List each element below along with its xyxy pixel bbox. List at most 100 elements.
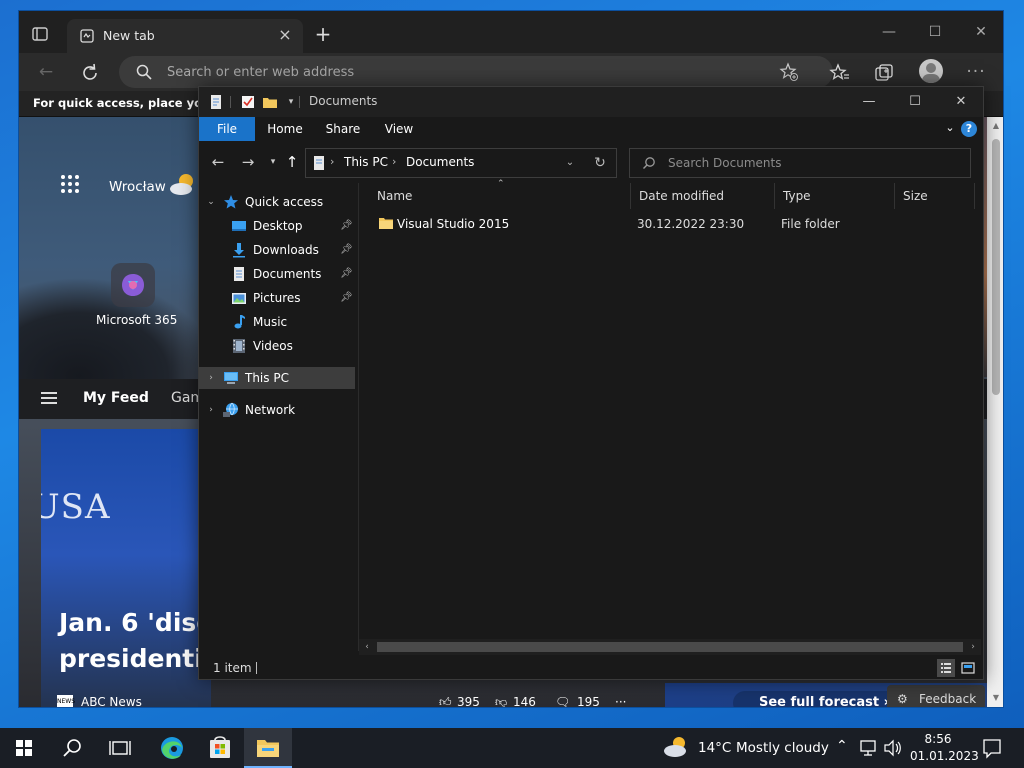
new-tab-plus-icon[interactable]: + <box>313 24 333 45</box>
search-box[interactable] <box>629 148 971 178</box>
ribbon-tab-home[interactable]: Home <box>257 117 313 141</box>
news-headline[interactable]: Jan. 6 'disqu presidentia <box>59 605 211 677</box>
search-input[interactable] <box>668 149 958 177</box>
maximize-icon[interactable]: ☐ <box>915 23 955 43</box>
feed-tab-my-feed[interactable]: My Feed <box>83 390 149 406</box>
close-window-icon[interactable]: ✕ <box>939 91 983 113</box>
close-window-icon[interactable]: ✕ <box>961 23 1001 43</box>
scroll-down-arrow-icon[interactable]: ▼ <box>991 693 1001 703</box>
volume-icon[interactable] <box>882 728 904 768</box>
back-arrow-icon[interactable]: ← <box>207 152 229 172</box>
more-menu-icon[interactable]: ··· <box>963 60 989 86</box>
weather-description[interactable]: Mostly cloudy <box>736 740 829 756</box>
file-explorer-icon[interactable] <box>244 728 292 768</box>
microsoft-store-icon[interactable] <box>196 728 244 768</box>
pin-icon[interactable]: 📌︎ <box>340 267 353 281</box>
clock-date[interactable]: 01.01.2023 <box>910 749 979 763</box>
app-launcher-icon[interactable] <box>61 175 81 195</box>
partly-cloudy-icon[interactable] <box>660 728 694 768</box>
details-view-icon[interactable] <box>937 659 955 677</box>
column-header-name[interactable]: Name <box>369 183 631 209</box>
nav-item-desktop[interactable]: Desktop 📌︎ <box>199 215 355 237</box>
clock-time[interactable]: 8:56 <box>924 732 952 746</box>
comment-icon[interactable]: 🗨︎ <box>555 695 570 707</box>
maximize-icon[interactable]: ☐ <box>893 91 937 113</box>
nav-item-videos[interactable]: Videos <box>199 335 355 357</box>
microsoft-365-tile[interactable] <box>111 263 155 307</box>
scroll-right-arrow-icon[interactable]: › <box>967 641 979 653</box>
task-view-icon[interactable] <box>96 728 144 768</box>
expanded-chevron-icon[interactable]: ⌄ <box>205 195 217 209</box>
like-icon[interactable]: 👍︎ <box>439 695 452 707</box>
column-header-date-modified[interactable]: Date modified <box>631 183 775 209</box>
new-folder-icon[interactable] <box>262 94 278 110</box>
address-bar[interactable]: › This PC › Documents ⌄ ↻ <box>305 148 617 178</box>
qat-customize-icon[interactable]: ▾ <box>283 94 299 110</box>
collapsed-chevron-icon[interactable]: › <box>205 403 217 417</box>
address-input[interactable] <box>167 56 767 88</box>
properties-icon[interactable] <box>208 94 224 110</box>
see-full-forecast-button[interactable]: See full forecast › <box>733 691 902 707</box>
breadcrumb-this-pc[interactable]: This PC <box>344 155 388 169</box>
minimize-icon[interactable]: — <box>847 91 891 113</box>
address-bar[interactable] <box>119 56 833 88</box>
horizontal-scrollbar[interactable]: ‹ › <box>359 639 981 655</box>
minimize-icon[interactable]: — <box>869 23 909 43</box>
pin-icon[interactable]: 📌︎ <box>340 243 353 257</box>
ribbon-tab-file[interactable]: File <box>199 117 255 141</box>
search-icon[interactable] <box>48 728 96 768</box>
tab-actions-icon[interactable] <box>29 23 51 45</box>
show-hidden-icons-chevron-icon[interactable]: ⌃ <box>836 738 848 754</box>
back-arrow-icon[interactable]: ← <box>33 60 59 86</box>
collections-icon[interactable] <box>871 60 897 86</box>
tab-close-icon[interactable]: × <box>275 25 295 45</box>
browser-scrollbar[interactable]: ▲ ▼ <box>987 117 1003 707</box>
breadcrumb-documents[interactable]: Documents <box>406 155 474 169</box>
help-icon[interactable]: ? <box>961 121 977 137</box>
refresh-icon[interactable] <box>77 60 103 86</box>
nav-item-this-pc[interactable]: › This PC <box>199 367 355 389</box>
ribbon-tab-view[interactable]: View <box>371 117 427 141</box>
pin-icon[interactable]: 📌︎ <box>340 219 353 233</box>
collapsed-chevron-icon[interactable]: › <box>205 371 217 385</box>
hamburger-menu-icon[interactable] <box>41 392 57 404</box>
network-icon[interactable] <box>858 728 880 768</box>
profile-avatar[interactable] <box>919 59 943 83</box>
up-arrow-icon[interactable]: ↑ <box>281 152 303 172</box>
nav-item-downloads[interactable]: Downloads 📌︎ <box>199 239 355 261</box>
feedback-button[interactable]: ⚙︎ Feedback <box>887 685 985 707</box>
nav-item-pictures[interactable]: Pictures 📌︎ <box>199 287 355 309</box>
start-windows-icon[interactable] <box>0 728 48 768</box>
nav-item-documents[interactable]: Documents 📌︎ <box>199 263 355 285</box>
table-row[interactable]: Visual Studio 2015 30.12.2022 23:30 File… <box>369 213 969 235</box>
browser-tab-new-tab[interactable]: New tab × <box>67 19 303 53</box>
nav-item-quick-access[interactable]: ⌄ Quick access <box>199 191 355 213</box>
dislike-icon[interactable]: 👎︎ <box>495 695 507 707</box>
news-card[interactable]: USA Jan. 6 'disqu presidentia NEWS ABC N… <box>41 429 211 707</box>
check-icon[interactable] <box>240 94 256 110</box>
ribbon-tab-share[interactable]: Share <box>315 117 371 141</box>
weather-city[interactable]: Wrocław <box>109 179 166 195</box>
nav-item-music[interactable]: Music <box>199 311 355 333</box>
expand-ribbon-chevron-icon[interactable]: ⌄ <box>943 121 957 135</box>
large-icons-view-icon[interactable] <box>959 659 977 677</box>
refresh-icon[interactable]: ↻ <box>591 154 609 172</box>
weather-temperature[interactable]: 14°C <box>698 740 731 756</box>
forward-arrow-icon[interactable]: → <box>237 152 259 172</box>
address-history-chevron-icon[interactable]: ⌄ <box>562 155 578 171</box>
edge-browser-icon[interactable] <box>148 728 196 768</box>
pin-icon[interactable]: 📌︎ <box>340 291 353 305</box>
nav-item-network[interactable]: › Network <box>199 399 355 421</box>
breadcrumb-separator-icon[interactable]: › <box>330 155 334 168</box>
add-favorite-icon[interactable] <box>779 62 799 82</box>
scroll-up-arrow-icon[interactable]: ▲ <box>991 121 1001 131</box>
scroll-left-arrow-icon[interactable]: ‹ <box>361 641 373 653</box>
favorites-icon[interactable] <box>827 60 853 86</box>
scrollbar-thumb[interactable] <box>377 642 963 652</box>
scrollbar-thumb[interactable] <box>992 139 1000 395</box>
column-header-size[interactable]: Size <box>895 183 975 209</box>
column-header-type[interactable]: Type <box>775 183 895 209</box>
news-more-icon[interactable]: ··· <box>615 695 626 707</box>
notifications-icon[interactable] <box>978 728 1006 768</box>
breadcrumb-separator-icon[interactable]: › <box>392 155 396 168</box>
